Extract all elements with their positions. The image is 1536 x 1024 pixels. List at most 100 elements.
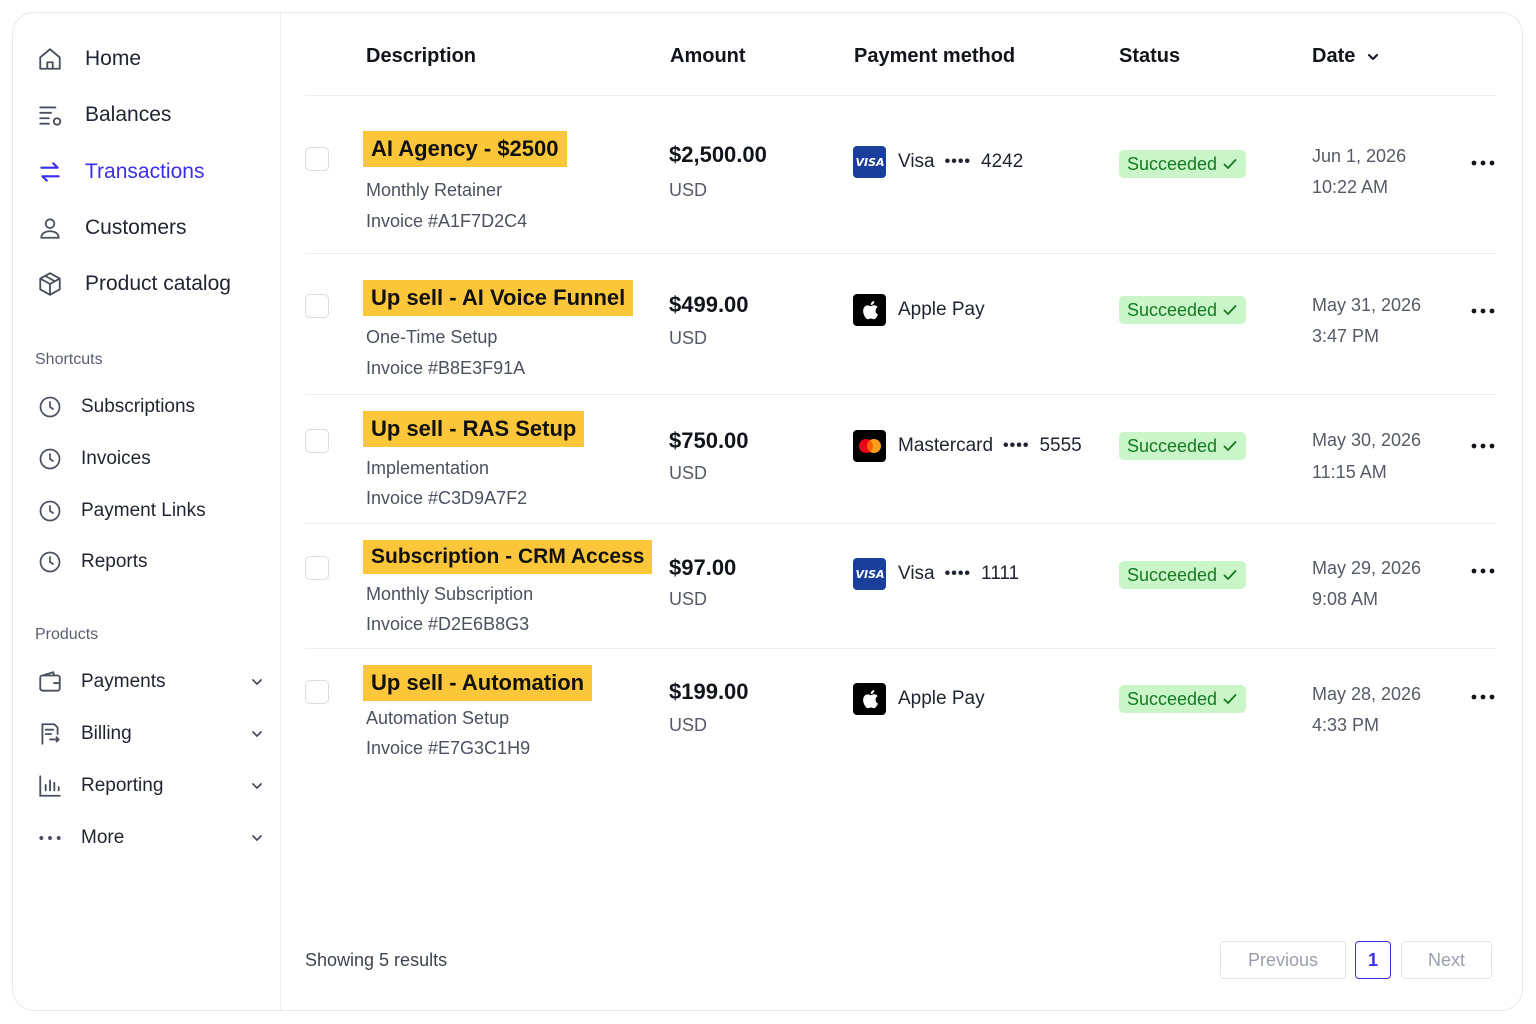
sidebar-item-payment-links[interactable]: Payment Links — [35, 491, 265, 531]
sidebar-item-product-catalog[interactable]: Product catalog — [35, 264, 265, 304]
column-header-description: Description — [366, 45, 477, 67]
sidebar-item-payments[interactable]: Payments — [35, 662, 265, 702]
sidebar-item-label: Customers — [85, 216, 187, 239]
chevron-down-icon[interactable] — [249, 830, 265, 846]
amount-value: $199.00 — [669, 679, 749, 704]
sidebar-item-subscriptions[interactable]: Subscriptions — [35, 387, 265, 427]
row-checkbox[interactable] — [305, 680, 329, 704]
visa-card-icon: VISA — [853, 146, 886, 178]
clock-icon — [35, 496, 65, 526]
payment-method-name: Apple Pay — [898, 299, 985, 320]
check-icon — [1223, 441, 1237, 451]
currency: USD — [669, 715, 708, 735]
apple-pay-icon — [853, 294, 886, 326]
previous-page-button[interactable]: Previous — [1220, 941, 1346, 979]
chevron-down-icon — [1368, 53, 1379, 60]
transaction-subtitle: One-Time Setup — [366, 327, 498, 347]
payment-method: Mastercard •••• 5555 — [853, 430, 1082, 462]
sidebar-item-label: Reporting — [81, 775, 164, 796]
transaction-time: 3:47 PM — [1312, 326, 1380, 346]
currency: USD — [669, 463, 708, 483]
sidebar-item-home[interactable]: Home — [35, 39, 265, 79]
row-checkbox[interactable] — [305, 294, 329, 318]
transaction-title: AI Agency - $2500 — [363, 131, 567, 167]
sidebar-item-invoices[interactable]: Invoices — [35, 439, 265, 479]
status-label: Succeeded — [1127, 564, 1218, 585]
sidebar-item-transactions[interactable]: Transactions — [35, 152, 265, 192]
status-badge: Succeeded — [1119, 432, 1247, 460]
table-row[interactable]: Subscription - CRM Access Monthly Subscr… — [305, 524, 1496, 649]
transaction-date: Jun 1, 2026 — [1312, 146, 1407, 166]
status-badge: Succeeded — [1119, 561, 1247, 589]
currency: USD — [669, 328, 708, 348]
next-page-button[interactable]: Next — [1401, 941, 1492, 979]
sidebar-item-label: More — [81, 827, 125, 848]
transaction-time: 11:15 AM — [1312, 462, 1387, 482]
transaction-subtitle: Implementation — [366, 458, 490, 478]
row-checkbox[interactable] — [305, 556, 329, 580]
chevron-down-icon[interactable] — [249, 778, 265, 794]
svg-text:VISA: VISA — [855, 568, 884, 581]
payment-method: Apple Pay — [853, 683, 985, 715]
check-icon — [1223, 694, 1237, 704]
card-last4: 1111 — [981, 563, 1020, 584]
invoice-number: Invoice #D2E6B8G3 — [366, 614, 530, 634]
transactions-table-panel: Description Amount Payment method Status… — [281, 13, 1522, 1010]
transaction-time: 4:33 PM — [1312, 715, 1380, 735]
transaction-title: Up sell - Automation — [363, 665, 593, 701]
row-actions-more-icon[interactable] — [1470, 692, 1496, 702]
check-icon — [1223, 570, 1237, 580]
visa-card-icon: VISA — [853, 558, 886, 590]
sidebar-item-reports[interactable]: Reports — [35, 542, 265, 582]
status-badge: Succeeded — [1119, 150, 1247, 178]
more-horizontal-icon — [35, 823, 65, 853]
sidebar-item-balances[interactable]: Balances — [35, 95, 265, 135]
sidebar-item-label: Billing — [81, 723, 132, 744]
check-icon — [1223, 159, 1237, 169]
invoice-number: Invoice #A1F7D2C4 — [366, 211, 528, 231]
amount-value: $97.00 — [669, 555, 737, 580]
invoice-number: Invoice #C3D9A7F2 — [366, 488, 528, 508]
sidebar-item-customers[interactable]: Customers — [35, 208, 265, 248]
sidebar: Home Balances Transactions Customers Pro — [13, 13, 281, 1010]
row-checkbox[interactable] — [305, 147, 329, 171]
table-row[interactable]: Up sell - RAS Setup Implementation Invoi… — [305, 395, 1496, 524]
chevron-down-icon[interactable] — [249, 674, 265, 690]
page-number-button[interactable]: 1 — [1355, 941, 1391, 979]
sidebar-item-billing[interactable]: Billing — [35, 714, 265, 754]
products-section-title: Products — [35, 626, 99, 643]
row-actions-more-icon[interactable] — [1470, 566, 1496, 576]
sidebar-item-label: Product catalog — [85, 272, 231, 295]
column-header-date[interactable]: Date — [1312, 45, 1381, 68]
table-row[interactable]: Up sell - AI Voice Funnel One-Time Setup… — [305, 254, 1496, 395]
table-row[interactable]: Up sell - Automation Automation Setup In… — [305, 649, 1496, 779]
check-icon — [1223, 305, 1237, 315]
invoice-number: Invoice #B8E3F91A — [366, 358, 526, 378]
row-actions-more-icon[interactable] — [1470, 441, 1496, 451]
row-actions-more-icon[interactable] — [1470, 306, 1496, 316]
transaction-title: Subscription - CRM Access — [363, 540, 653, 574]
user-icon — [35, 213, 65, 243]
home-icon — [35, 44, 65, 74]
payment-method: Apple Pay — [853, 294, 985, 326]
wallet-icon — [35, 667, 65, 697]
payment-method-name: Visa — [898, 151, 935, 172]
chevron-down-icon[interactable] — [249, 726, 265, 742]
payment-method: VISA Visa •••• 1111 — [853, 558, 1019, 590]
billing-icon — [35, 719, 65, 749]
payment-method-name: Visa — [898, 563, 935, 584]
app-window: Home Balances Transactions Customers Pro — [12, 12, 1523, 1011]
sidebar-item-label: Subscriptions — [81, 396, 196, 417]
masked-card-dots: •••• — [944, 153, 972, 170]
sidebar-item-more[interactable]: More — [35, 818, 265, 858]
table-row[interactable]: AI Agency - $2500 Monthly Retainer Invoi… — [305, 96, 1496, 254]
clock-icon — [35, 444, 65, 474]
transaction-time: 9:08 AM — [1312, 589, 1379, 609]
sidebar-item-label: Transactions — [85, 160, 205, 183]
payment-method-name: Apple Pay — [898, 688, 985, 709]
sidebar-item-reporting[interactable]: Reporting — [35, 766, 265, 806]
status-label: Succeeded — [1127, 299, 1218, 320]
sidebar-item-label: Balances — [85, 103, 172, 126]
row-checkbox[interactable] — [305, 429, 329, 453]
row-actions-more-icon[interactable] — [1470, 158, 1496, 168]
